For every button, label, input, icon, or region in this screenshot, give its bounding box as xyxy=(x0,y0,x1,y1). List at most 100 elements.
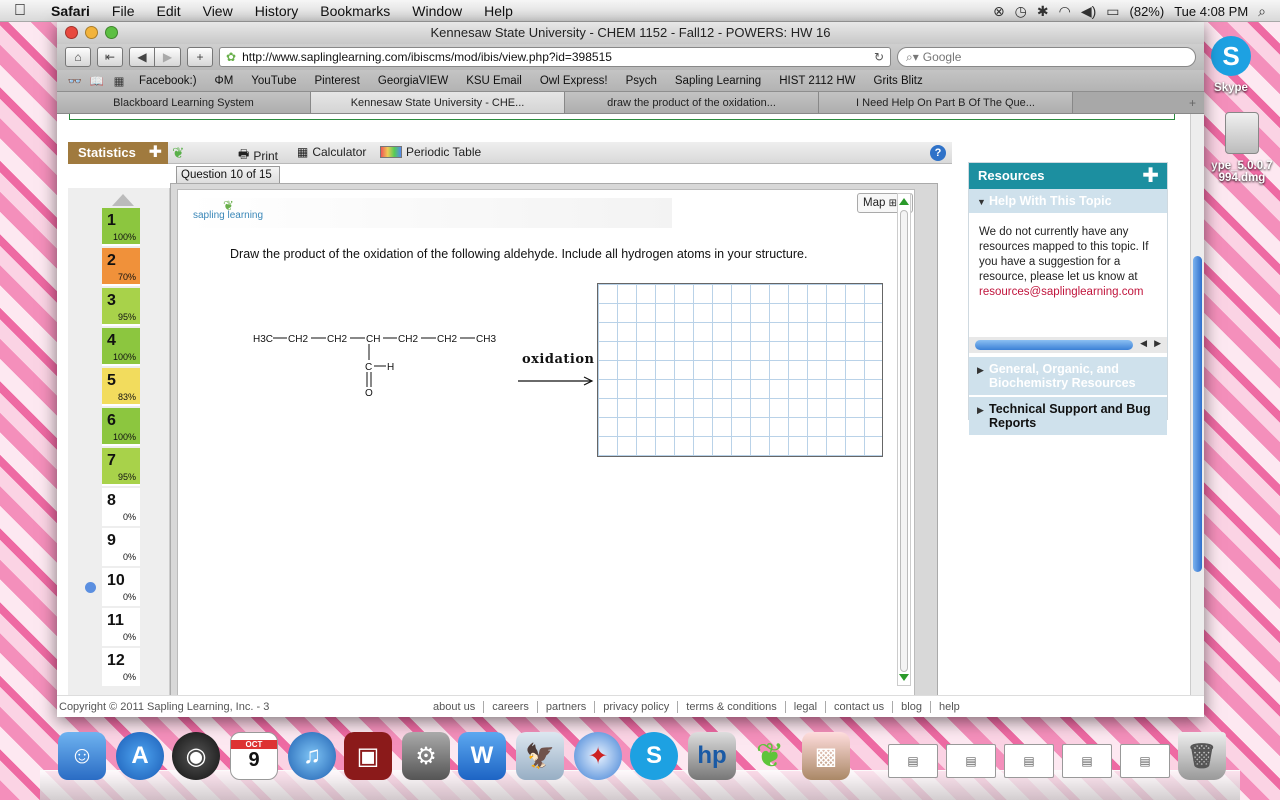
bookmark-ksu-email[interactable]: KSU Email xyxy=(458,75,530,87)
bookmark-youtube[interactable]: YouTube xyxy=(243,75,304,87)
statistics-button[interactable]: Statistics ✚ xyxy=(68,142,168,164)
question-item-2[interactable]: 2 70% xyxy=(102,248,140,286)
footer-privacy[interactable]: privacy policy xyxy=(595,700,679,713)
question-item-6[interactable]: 6 100% xyxy=(102,408,140,446)
bookmark-owl-express[interactable]: Owl Express! xyxy=(532,75,616,87)
trash-icon[interactable]: 🗑 xyxy=(1178,732,1226,780)
bluetooth-icon[interactable]: ✱ xyxy=(1037,3,1049,20)
scroll-right-icon[interactable]: ▶ xyxy=(1154,338,1161,349)
app-store-icon[interactable]: A xyxy=(116,732,164,780)
minimized-window-icon[interactable]: ▤ xyxy=(1004,744,1054,778)
question-tab[interactable]: Question 10 of 15 xyxy=(176,166,280,184)
help-button[interactable]: ? xyxy=(930,145,946,161)
bookmark-grits-blitz[interactable]: Grits Blitz xyxy=(866,75,931,87)
resources-header[interactable]: Resources ✚ xyxy=(969,163,1167,189)
iphoto-icon[interactable]: ▩ xyxy=(802,732,850,780)
bookmark-pinterest[interactable]: Pinterest xyxy=(307,75,368,87)
reload-icon[interactable]: ↻ xyxy=(874,50,884,64)
bookmark-sapling[interactable]: Sapling Learning xyxy=(667,75,769,87)
footer-partners[interactable]: partners xyxy=(538,700,596,713)
scroll-left-icon[interactable]: ◀ xyxy=(1140,338,1147,349)
footer-blog[interactable]: blog xyxy=(893,700,931,713)
tab-need-help[interactable]: I Need Help On Part B Of The Que... xyxy=(819,92,1073,113)
tech-support-section[interactable]: ▶ Technical Support and Bug Reports xyxy=(969,397,1167,435)
question-item-11[interactable]: 11 0% xyxy=(102,608,140,646)
footer-careers[interactable]: careers xyxy=(484,700,538,713)
hp-printer-icon[interactable]: hp xyxy=(688,732,736,780)
bookmark-psych[interactable]: Psych xyxy=(618,75,665,87)
bookmarks-book-icon[interactable]: 📖 xyxy=(87,74,107,88)
apple-icon[interactable]:  xyxy=(0,2,40,20)
battery-icon[interactable]: ▭ xyxy=(1106,3,1119,20)
dmg-file-icon[interactable]: ype_5.0.0.7 994.dmg xyxy=(1204,112,1280,184)
search-input[interactable]: ⌕▾ Google xyxy=(897,47,1196,67)
menu-bookmarks[interactable]: Bookmarks xyxy=(309,3,401,19)
calculator-button[interactable]: ▦ Calculator xyxy=(297,145,366,159)
skype-desktop-icon[interactable]: S Skype xyxy=(1206,36,1256,94)
menu-file[interactable]: File xyxy=(101,3,146,19)
resources-hscroll[interactable]: ◀ ▶ xyxy=(969,337,1167,353)
bookmark-georgiaview[interactable]: GeorgiaVIEW xyxy=(370,75,456,87)
question-item-10[interactable]: 10 0% xyxy=(102,568,140,606)
sapling-app-icon[interactable]: ❦ xyxy=(746,732,794,780)
footer-terms[interactable]: terms & conditions xyxy=(678,700,786,713)
menu-history[interactable]: History xyxy=(244,3,310,19)
question-scrollbar[interactable] xyxy=(897,193,911,686)
zoom-icon[interactable] xyxy=(105,26,118,39)
scroll-up-arrow-icon[interactable] xyxy=(112,194,134,206)
finder-icon[interactable]: ☺ xyxy=(58,732,106,780)
question-item-12[interactable]: 12 0% xyxy=(102,648,140,686)
scroll-down-icon[interactable] xyxy=(899,674,909,681)
new-tab-icon[interactable]: + xyxy=(1189,92,1196,114)
question-item-8[interactable]: 8 0% xyxy=(102,488,140,526)
minimized-window-icon[interactable]: ▤ xyxy=(888,744,938,778)
footer-legal[interactable]: legal xyxy=(786,700,827,713)
question-item-7[interactable]: 7 95% xyxy=(102,448,140,486)
question-scroll-thumb[interactable] xyxy=(900,210,908,672)
gob-resources-section[interactable]: ▶ General, Organic, and Biochemistry Res… xyxy=(969,357,1167,395)
menu-view[interactable]: View xyxy=(192,3,244,19)
resources-email-link[interactable]: resources@saplinglearning.com xyxy=(979,286,1143,298)
menu-help[interactable]: Help xyxy=(473,3,524,19)
minimized-window-icon[interactable]: ▤ xyxy=(1120,744,1170,778)
address-bar[interactable]: ✿ http://www.saplinglearning.com/ibiscms… xyxy=(219,47,891,67)
question-item-3[interactable]: 3 95% xyxy=(102,288,140,326)
minimized-window-icon[interactable]: ▤ xyxy=(1062,744,1112,778)
question-item-9[interactable]: 9 0% xyxy=(102,528,140,566)
tab-ksu-chem[interactable]: Kennesaw State University - CHE... xyxy=(311,92,565,113)
microsoft-word-icon[interactable]: W xyxy=(458,732,506,780)
bookmark-hist[interactable]: HIST 2112 HW xyxy=(771,75,863,87)
bookmark-phi-m[interactable]: ΦM xyxy=(207,75,242,87)
battery-percent[interactable]: (82%) xyxy=(1130,4,1165,19)
close-icon[interactable] xyxy=(65,26,78,39)
top-sites-icon[interactable]: ▦ xyxy=(109,74,129,88)
wifi-icon[interactable]: ◠ xyxy=(1059,3,1071,20)
skype-status-icon[interactable]: ⊗ xyxy=(993,3,1005,20)
footer-contact[interactable]: contact us xyxy=(826,700,894,713)
tab-blackboard[interactable]: Blackboard Learning System xyxy=(57,92,311,113)
page-scroll-thumb[interactable] xyxy=(1193,256,1202,572)
ical-icon[interactable]: OCT 9 xyxy=(230,732,278,780)
question-item-1[interactable]: 1 100% xyxy=(102,208,140,246)
volume-icon[interactable]: ◀) xyxy=(1081,3,1096,20)
minimized-window-icon[interactable]: ▤ xyxy=(946,744,996,778)
home-button[interactable]: ⌂ xyxy=(65,47,91,67)
resources-expand-icon[interactable]: ✚ xyxy=(1142,163,1159,189)
skype-icon[interactable]: S xyxy=(630,732,678,780)
print-button[interactable]: 🖶 Print xyxy=(238,145,278,166)
page-scrollbar[interactable] xyxy=(1190,114,1204,714)
resources-hscroll-thumb[interactable] xyxy=(975,340,1133,350)
add-bookmark-button[interactable]: + xyxy=(187,47,213,67)
scroll-up-icon[interactable] xyxy=(899,198,909,205)
system-preferences-icon[interactable]: ⚙ xyxy=(402,732,450,780)
photo-booth-icon[interactable]: ▣ xyxy=(344,732,392,780)
itunes-icon[interactable]: ♫ xyxy=(288,732,336,780)
question-item-5[interactable]: 5 83% xyxy=(102,368,140,406)
footer-help[interactable]: help xyxy=(931,701,968,713)
tab-draw-product[interactable]: draw the product of the oxidation... xyxy=(565,92,819,113)
reading-list-icon[interactable]: 👓 xyxy=(65,74,85,88)
snapback-button[interactable]: ⇤ xyxy=(97,47,123,67)
menu-app[interactable]: Safari xyxy=(40,3,101,19)
safari-icon[interactable]: ✦ xyxy=(574,732,622,780)
forward-button[interactable]: ▶ xyxy=(155,47,181,67)
